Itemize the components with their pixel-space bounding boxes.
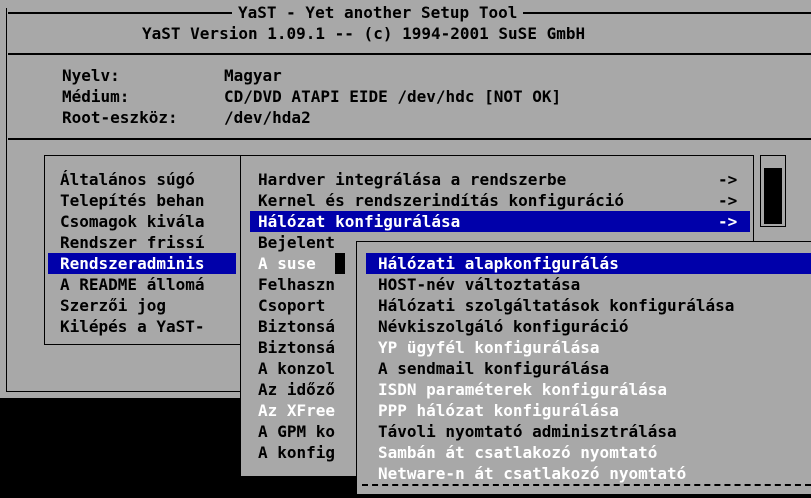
network-menu-bottom-dash <box>362 484 811 486</box>
admin-item-users[interactable]: Felhaszn <box>258 274 335 295</box>
network-item-samba-printer[interactable]: Sambán át csatlakozó nyomtató <box>378 442 657 463</box>
network-item-basic[interactable]: Hálózati alapkonfigurálás <box>366 253 811 274</box>
admin-item-console[interactable]: A konzol <box>258 358 335 379</box>
header-divider <box>8 53 811 55</box>
header-version: YaST Version 1.09.1 -- (c) 1994-2001 SuS… <box>142 24 586 43</box>
network-item-hostname[interactable]: HOST-név változtatása <box>378 274 580 295</box>
header-title: YaST - Yet another Setup Tool <box>232 2 524 23</box>
medium-label: Médium: <box>62 87 130 106</box>
main-menu-item-update[interactable]: Rendszer frissí <box>60 232 205 253</box>
network-item-netware-printer[interactable]: Netware-n át csatlakozó nyomtató <box>378 463 686 484</box>
admin-item-timezone[interactable]: Az időző <box>258 379 335 400</box>
language-label: Nyelv: <box>62 66 120 85</box>
scrollbar-thumb[interactable] <box>764 168 782 224</box>
network-item-remote-printer[interactable]: Távoli nyomtató adminisztrálása <box>378 421 677 442</box>
admin-item-network-arrow: -> <box>718 212 738 231</box>
language-value: Magyar <box>224 66 282 85</box>
root-device-value: /dev/hda2 <box>224 108 311 127</box>
text-cursor <box>335 253 345 274</box>
main-menu-item-packages[interactable]: Csomagok kivála <box>60 211 205 232</box>
network-item-sendmail[interactable]: A sendmail konfigurálása <box>378 358 609 379</box>
admin-item-config[interactable]: A konfig <box>258 442 335 463</box>
info-divider <box>8 138 811 140</box>
main-menu-item-readme[interactable]: A README állomá <box>60 274 205 295</box>
admin-menu-scrollbar[interactable] <box>760 155 786 227</box>
network-item-ppp[interactable]: PPP hálózat konfigurálása <box>378 400 619 421</box>
admin-item-login[interactable]: Bejelent <box>258 232 335 253</box>
admin-item-hardware-arrow: -> <box>718 170 738 189</box>
admin-item-groups[interactable]: Csoport <box>258 295 325 316</box>
root-device-label: Root-eszköz: <box>62 108 178 127</box>
main-menu-item-exit[interactable]: Kilépés a YaST- <box>60 316 205 337</box>
network-item-isdn[interactable]: ISDN paraméterek konfigurálása <box>378 379 667 400</box>
main-menu-item-install[interactable]: Telepítés behan <box>60 190 205 211</box>
network-item-nameserver[interactable]: Névkiszolgáló konfiguráció <box>378 316 628 337</box>
admin-item-xfree[interactable]: Az XFree <box>258 400 335 421</box>
admin-item-gpm[interactable]: A GPM ko <box>258 421 335 442</box>
admin-item-security-1[interactable]: Biztonsá <box>258 316 335 337</box>
main-menu-item-copyright[interactable]: Szerzői jog <box>60 295 166 316</box>
admin-item-kernel[interactable]: Kernel és rendszerindítás konfiguráció <box>258 190 624 211</box>
main-menu-item-admin[interactable]: Rendszeradminis <box>48 253 236 274</box>
admin-item-hardware[interactable]: Hardver integrálása a rendszerbe <box>258 169 566 190</box>
admin-item-security-2[interactable]: Biztonsá <box>258 337 335 358</box>
main-menu-item-help[interactable]: Általános súgó <box>60 169 195 190</box>
medium-value: CD/DVD ATAPI EIDE /dev/hdc [NOT OK] <box>224 87 562 106</box>
network-item-yp-client[interactable]: YP ügyfél konfigurálása <box>378 337 600 358</box>
admin-item-kernel-arrow: -> <box>718 191 738 210</box>
admin-item-suse[interactable]: A suse <box>258 253 316 274</box>
network-item-services[interactable]: Hálózati szolgáltatások konfigurálása <box>378 295 734 316</box>
admin-item-network[interactable]: Hálózat konfigurálása <box>250 211 750 232</box>
